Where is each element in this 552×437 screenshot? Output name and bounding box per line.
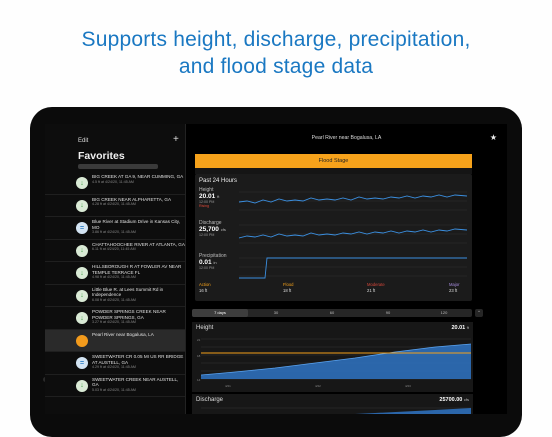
favorites-list: ↓ BIG CREEK AT GA 9, NEAR CUMMING, GA 4.5 …: [45, 172, 185, 397]
marketing-headline: Supports height, discharge, precipitatio…: [0, 26, 552, 80]
favorite-row[interactable]: ↓ BIG CREEK NEAR ALPHARETTA, GA 4.28 ft at…: [45, 195, 185, 217]
height-sparkline: [239, 191, 467, 211]
discharge-value: 25,700 cfs: [199, 226, 226, 233]
time-range-selector: 7 days 30 60 90 120: [192, 309, 472, 317]
star-icon[interactable]: ★: [490, 133, 497, 142]
favorite-row[interactable]: ↓ HILLSBOROUGH R AT FOWLER AV NEAR TEMPLE…: [45, 262, 185, 285]
favorite-timestamp: 3.27 ft at 4/24/20, 11:45 AM: [92, 320, 136, 325]
favorite-name: BIG CREEK NEAR ALPHARETTA, GA: [92, 196, 172, 202]
favorite-timestamp: 4.29 ft at 4/24/20, 11:45 AM: [92, 365, 136, 370]
search-field[interactable]: [78, 164, 158, 169]
favorite-row[interactable]: = Blue River at Stadium Drive in Kansas C…: [45, 217, 185, 240]
discharge-metric: Discharge 25,700 cfs 12:00 PM: [199, 220, 226, 237]
favorite-row[interactable]: = SWEETWATER CR 0.05 MI US RR BRIDGE AT A…: [45, 352, 185, 375]
height-chart-panel: Height 20.01 ft 21 18 14 4/21 4/22 4/23: [192, 322, 473, 392]
favorite-name: Blue River at Stadium Drive in Kansas Ci…: [92, 219, 180, 230]
arrow-down-icon: ↓: [76, 244, 88, 257]
favorite-name: HILLSBOROUGH R AT FOWLER AV NEAR TEMPLE …: [92, 264, 182, 275]
discharge-sparkline: [239, 224, 467, 244]
favorite-row[interactable]: ↓ SWEETWATER CREEK NEAR AUSTELL, GA 5.03 f…: [45, 375, 185, 397]
favorite-row[interactable]: ↓ CHATTAHOOCHEE RIVER AT ATLANTA, GA 6.11 …: [45, 240, 185, 262]
station-title: Pearl River near Bogalusa, LA: [311, 135, 382, 141]
segment-2[interactable]: 60: [304, 309, 360, 317]
favorite-timestamp: 4.5 ft at 4/24/20, 11:45 AM: [92, 179, 134, 184]
x-tick: 4/23: [405, 384, 411, 388]
precipitation-sparkline: [239, 257, 467, 279]
detail-pane: Pearl River near Bogalusa, LA ★ Flood St…: [186, 124, 507, 414]
favorite-name: Pearl River near Bogalusa, LA: [92, 331, 154, 337]
favorite-timestamp: 6.08 ft at 4/24/20, 11:45 AM: [92, 297, 136, 302]
equal-icon: =: [76, 357, 88, 369]
favorite-timestamp: 3.86 ft at 4/24/20, 11:45 AM: [92, 230, 136, 235]
arrow-down-icon: ↓: [76, 379, 88, 392]
favorite-name: CHATTAHOOCHEE RIVER AT ATLANTA, GA: [92, 241, 185, 247]
favorite-name: SWEETWATER CR 0.05 MI US RR BRIDGE AT AU…: [92, 354, 184, 365]
add-button[interactable]: +: [173, 135, 179, 145]
flood-stage-thresholds: Action 16 ft Flood 18 ft Moderate 21 ft Major 2…: [199, 282, 468, 298]
arrow-down-icon: ↓: [76, 177, 88, 189]
favorite-name: POWDER SPRINGS CREEK NEAR POWDER SPRINGS…: [92, 309, 166, 320]
favorite-row[interactable]: ↓ BIG CREEK AT GA 9, NEAR CUMMING, GA 4.5 …: [45, 172, 185, 195]
stage-major: Major 23 ft: [449, 282, 459, 294]
arrow-down-icon: ↓: [76, 312, 88, 324]
equal-icon: =: [76, 222, 88, 234]
segment-3[interactable]: 90: [360, 309, 416, 317]
arrow-down-icon: ↓: [76, 289, 88, 302]
app-screen: 9:41 Fri Apr 24 Edit + Favorites ↓BIG CR…: [45, 124, 507, 414]
favorite-timestamp: 5.03 ft at 4/24/20, 11:45 AM: [92, 387, 136, 392]
discharge-history-chart: [201, 407, 471, 414]
stage-action: Action 16 ft: [199, 282, 211, 294]
discharge-time: 12:00 PM: [199, 233, 215, 237]
segment-1[interactable]: 30: [248, 309, 304, 317]
sidebar-title: Favorites: [78, 150, 125, 162]
stage-value: 18 ft: [283, 288, 292, 293]
flood-dot-icon: ●: [76, 334, 88, 347]
flood-stage-button[interactable]: Flood Stage: [195, 154, 472, 168]
precipitation-value: 0.01 in: [199, 259, 217, 266]
favorite-row[interactable]: ↓ Little Blue R. at Lees Summit Rd in Ind…: [45, 285, 185, 307]
stage-value: 21 ft: [367, 288, 376, 293]
discharge-chart-panel: Discharge 25700.00 cfs: [192, 394, 473, 414]
discharge-chart-value: 25700.00 cfs: [439, 397, 469, 403]
discharge-chart-title: Discharge: [196, 397, 224, 403]
height-chart-title: Height: [196, 325, 214, 331]
favorite-row[interactable]: ↓ POWDER SPRINGS CREEK NEAR POWDER SPRING…: [45, 307, 185, 330]
svg-text:14: 14: [197, 378, 201, 382]
segment-0[interactable]: 7 days: [192, 309, 248, 317]
favorite-timestamp: 4.28 ft at 4/24/20, 11:45 AM: [92, 202, 136, 207]
stage-moderate: Moderate 21 ft: [367, 282, 385, 294]
card-title: Past 24 Hours: [199, 178, 238, 184]
headline-line-2: and flood stage data: [178, 55, 374, 78]
svg-text:21: 21: [197, 338, 201, 342]
stage-value: 16 ft: [199, 288, 208, 293]
past-24-hours-card: Past 24 Hours Height 20.01 ft 12:00 PM R…: [195, 174, 472, 301]
arrow-down-icon: ↓: [76, 267, 88, 279]
edit-button[interactable]: Edit: [78, 138, 88, 144]
x-tick: 4/22: [315, 384, 321, 388]
arrow-down-icon: ↓: [76, 199, 88, 212]
favorite-name: BIG CREEK AT GA 9, NEAR CUMMING, GA: [92, 174, 184, 179]
favorite-timestamp: 6.11 ft at 4/24/20, 11:45 AM: [92, 247, 136, 252]
favorite-name: Little Blue R. at Lees Summit Rd in Inde…: [92, 286, 164, 298]
height-metric: Height 20.01 ft 12:00 PM Rising: [199, 187, 219, 208]
height-history-chart: 21 18 14 4/21 4/22 4/23: [197, 338, 471, 388]
height-chart-value: 20.01 ft: [451, 325, 469, 331]
height-value: 20.01 ft: [199, 193, 220, 200]
collapse-icon[interactable]: ⌃: [475, 309, 483, 317]
favorites-sidebar: Edit + Favorites ↓ BIG CREEK AT GA 9, NEA…: [45, 124, 186, 414]
stage-value: 23 ft: [449, 288, 458, 293]
headline-line-1: Supports height, discharge, precipitatio…: [81, 28, 471, 51]
x-tick: 4/21: [225, 384, 231, 388]
segment-4[interactable]: 120: [416, 309, 472, 317]
precipitation-time: 12:00 PM: [199, 266, 215, 270]
stage-flood: Flood 18 ft: [283, 282, 293, 294]
favorite-timestamp: 4.98 ft at 4/24/20, 11:45 AM: [92, 275, 136, 280]
precipitation-metric: Precipitation 0.01 in 12:00 PM: [199, 253, 227, 270]
height-status: Rising: [199, 204, 209, 208]
favorite-row[interactable]: ● Pearl River near Bogalusa, LA: [45, 329, 185, 352]
favorite-name: SWEETWATER CREEK NEAR AUSTELL, GA: [92, 376, 179, 388]
svg-text:18: 18: [197, 354, 201, 358]
